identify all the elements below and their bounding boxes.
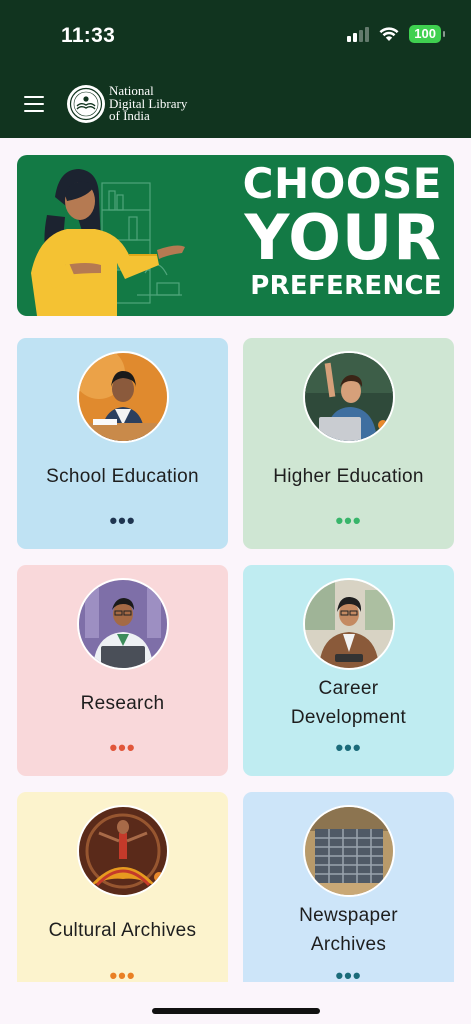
researcher-avatar — [77, 578, 169, 670]
more-dots-icon: ••• — [109, 735, 136, 760]
category-label: Research — [80, 693, 165, 714]
home-indicator[interactable] — [152, 1008, 320, 1014]
more-dots-icon: ••• — [335, 735, 362, 760]
more-dots-icon: ••• — [109, 508, 136, 533]
choose-preference-banner: CHOOSE YOUR PREFERENCE — [17, 155, 454, 316]
wifi-icon — [379, 26, 399, 41]
category-label: Cultural Archives — [48, 920, 197, 941]
more-dots-icon: ••• — [109, 963, 136, 988]
more-dots-icon: ••• — [335, 508, 362, 533]
higher-education-student-avatar — [303, 351, 395, 443]
battery-indicator: 100 — [409, 25, 445, 43]
category-label: Higher Education — [273, 466, 424, 487]
banner-title: CHOOSE YOUR PREFERENCE — [242, 159, 442, 301]
hamburger-menu-icon[interactable] — [24, 96, 44, 112]
category-label: Newspaper Archives — [299, 905, 398, 955]
category-label: School Education — [46, 466, 199, 487]
category-card-career-development[interactable]: Career Development ••• — [243, 565, 454, 776]
more-dots-icon: ••• — [335, 963, 362, 988]
career-professional-avatar — [303, 578, 395, 670]
cellular-signal-icon — [347, 26, 370, 42]
status-icons: 100 — [347, 25, 445, 43]
logo-wordmark: National Digital Library of India — [109, 83, 188, 124]
school-student-avatar — [77, 351, 169, 443]
category-card-school-education[interactable]: School Education ••• — [17, 338, 228, 549]
category-card-research[interactable]: Research ••• — [17, 565, 228, 776]
category-card-newspaper-archives[interactable]: Newspaper Archives ••• — [243, 792, 454, 988]
ndli-logo[interactable]: National Digital Library of India — [67, 85, 187, 123]
ndli-emblem-icon — [67, 85, 105, 123]
category-label: Career Development — [290, 678, 407, 728]
app-header: 11:33 100 National Digital Library of In… — [0, 0, 471, 138]
category-card-cultural-archives[interactable]: Cultural Archives ••• — [17, 792, 228, 988]
category-card-higher-education[interactable]: Higher Education ••• — [243, 338, 454, 549]
dancer-avatar — [77, 805, 169, 897]
newspaper-stack-avatar — [303, 805, 395, 897]
banner-illustration — [31, 169, 185, 316]
status-time: 11:33 — [61, 24, 116, 47]
